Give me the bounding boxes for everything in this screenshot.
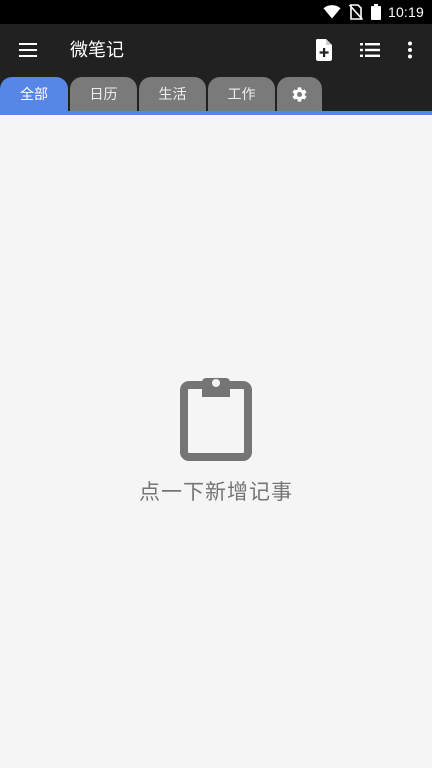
app-bar: 微笔记 <box>0 24 432 77</box>
tab-life[interactable]: 生活 <box>139 77 206 111</box>
tab-calendar[interactable]: 日历 <box>70 77 137 111</box>
tab-label: 日历 <box>89 87 118 103</box>
status-icons: 10:19 <box>323 0 424 24</box>
more-vert-icon <box>407 41 413 59</box>
list-view-button[interactable] <box>350 30 390 70</box>
empty-state-text: 点一下新增记事 <box>139 480 293 504</box>
menu-button[interactable] <box>8 30 48 70</box>
add-note-icon <box>315 39 333 61</box>
gear-icon <box>291 86 308 103</box>
tab-settings[interactable] <box>277 77 322 111</box>
wifi-icon <box>323 5 341 19</box>
no-sim-icon <box>348 4 363 20</box>
app-title: 微笔记 <box>70 40 124 61</box>
add-note-button[interactable] <box>304 30 344 70</box>
status-bar: 10:19 <box>0 0 432 24</box>
tab-label: 全部 <box>20 87 48 103</box>
tab-label: 生活 <box>158 87 187 103</box>
tab-bar: 全部 日历 生活 工作 <box>0 77 432 112</box>
tab-label: 工作 <box>227 87 256 103</box>
tab-all[interactable]: 全部 <box>0 77 68 111</box>
status-time: 10:19 <box>387 4 424 20</box>
battery-icon <box>370 4 381 20</box>
clipboard-icon <box>180 375 252 461</box>
more-options-button[interactable] <box>390 30 430 70</box>
menu-icon <box>18 42 38 58</box>
list-icon <box>360 42 380 58</box>
tab-work[interactable]: 工作 <box>208 77 275 111</box>
